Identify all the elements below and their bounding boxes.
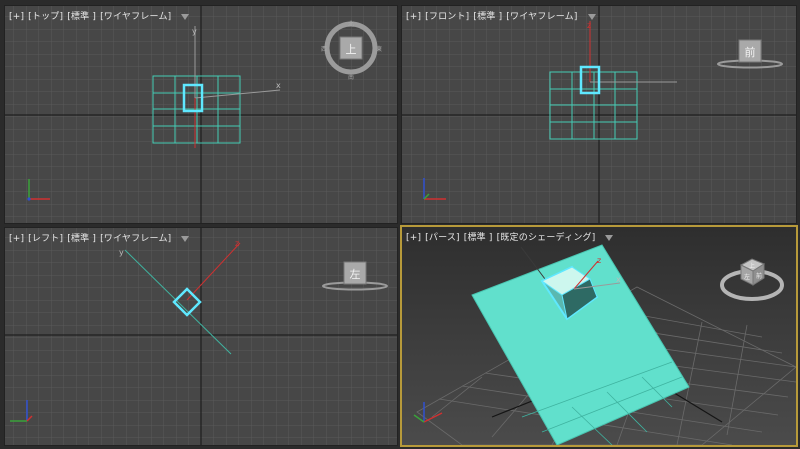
gizmo-z-label: z [597,256,601,265]
viewcube-face-top[interactable]: 上 [749,262,755,270]
filter-icon[interactable] [605,234,614,241]
gizmo-z-label: z [235,239,239,248]
viewport-view-menu[interactable]: [レフト] [28,234,63,244]
viewport-shading-menu[interactable]: [標準 ] [67,12,96,22]
compass-north: 北 [348,20,354,28]
viewport-front[interactable]: [+] [フロント] [標準 ] [ワイヤフレーム] z 前 [401,5,797,224]
gizmo-z-label: z [587,21,591,30]
filter-icon[interactable] [587,13,596,20]
viewport-label-left: [+] [レフト] [標準 ] [ワイヤフレーム] [9,231,190,244]
viewport-perspective[interactable]: [+] [パース] [標準 ] [既定のシェーディング] z x 上 左 前 [400,225,798,447]
filter-icon[interactable] [181,13,190,20]
perspective-scene: z x 上 左 前 [413,244,796,445]
viewcube-face-front[interactable]: 前 [745,45,756,59]
gizmo-x-label: x [616,275,621,284]
viewcube-face-top[interactable]: 上 [346,43,357,56]
gizmo-y-label: y [192,27,197,36]
viewport-mode-menu[interactable]: [既定のシェーディング] [497,233,596,243]
compass-east: 東 [376,45,382,53]
left-view-scene: z y 左 [5,228,397,445]
viewport-view-menu[interactable]: [トップ] [28,12,63,22]
viewport-mode-menu[interactable]: [ワイヤフレーム] [100,12,171,22]
viewport-view-menu[interactable]: [フロント] [425,12,469,22]
gizmo-y-label: y [119,248,124,257]
viewcube-face-front[interactable]: 前 [756,272,762,280]
viewcube-face-left[interactable]: 左 [744,273,750,281]
viewport-label-top: [+] [トップ] [標準 ] [ワイヤフレーム] [9,9,190,22]
compass-west: 西 [321,46,327,53]
viewcube[interactable]: 上 左 前 [720,258,784,301]
viewport-mode-menu[interactable]: [ワイヤフレーム] [100,234,171,244]
viewport-left[interactable]: [+] [レフト] [標準 ] [ワイヤフレーム] z y 左 [4,227,398,446]
viewport-plus-menu[interactable]: [+] [406,233,421,243]
top-view-scene: y x 上 北 南 西 東 [5,6,397,223]
front-view-scene: z 前 [402,6,796,223]
viewport-label-perspective: [+] [パース] [標準 ] [既定のシェーディング] [406,230,614,243]
viewport-layout: [+] [トップ] [標準 ] [ワイヤフレーム] y x 上 北 南 西 東 … [0,0,800,449]
viewport-shading-menu[interactable]: [標準 ] [464,233,493,243]
viewport-mode-menu[interactable]: [ワイヤフレーム] [506,12,577,22]
gizmo-x-label: x [276,81,281,90]
viewport-top[interactable]: [+] [トップ] [標準 ] [ワイヤフレーム] y x 上 北 南 西 東 [4,5,398,224]
viewport-plus-menu[interactable]: [+] [406,12,421,22]
viewport-plus-menu[interactable]: [+] [9,234,24,244]
viewport-plus-menu[interactable]: [+] [9,12,24,22]
viewport-label-front: [+] [フロント] [標準 ] [ワイヤフレーム] [406,9,596,22]
viewport-shading-menu[interactable]: [標準 ] [67,234,96,244]
viewcube-face-left[interactable]: 左 [350,268,361,281]
filter-icon[interactable] [181,235,190,242]
compass-south: 南 [348,73,354,81]
viewport-shading-menu[interactable]: [標準 ] [473,12,502,22]
viewport-view-menu[interactable]: [パース] [425,233,460,243]
